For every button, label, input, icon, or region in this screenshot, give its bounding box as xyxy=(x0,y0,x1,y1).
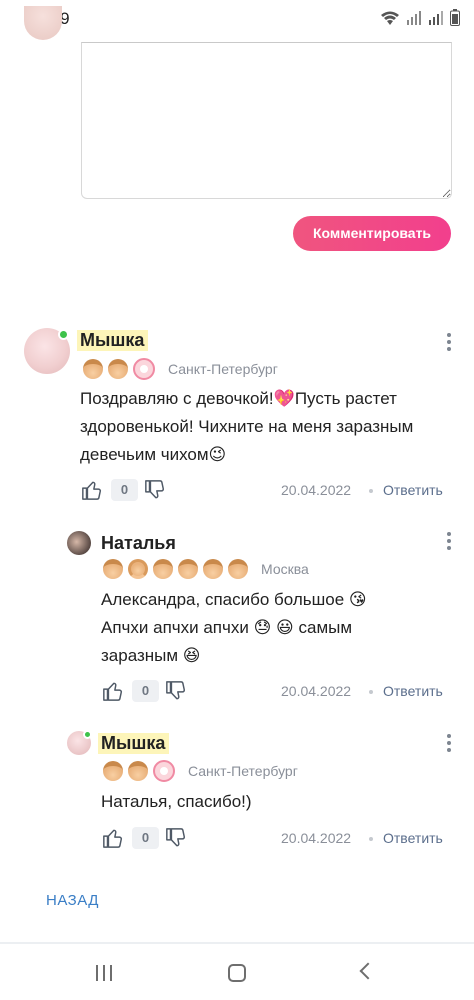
more-options-icon[interactable] xyxy=(447,532,451,553)
child-face-icon xyxy=(128,761,148,781)
user-city: Москва xyxy=(261,561,309,577)
back-icon[interactable] xyxy=(359,962,377,980)
child-face-icon xyxy=(228,559,248,579)
likes-count: 0 xyxy=(132,680,159,702)
child-face-icon xyxy=(178,559,198,579)
user-city: Санкт-Петербург xyxy=(188,763,298,779)
user-badges: Санкт-Петербург xyxy=(83,358,278,380)
submit-comment-button[interactable]: Комментировать xyxy=(293,216,451,251)
child-face-icon xyxy=(103,761,123,781)
child-face-icon xyxy=(153,559,173,579)
avatar[interactable] xyxy=(67,531,91,555)
status-icons xyxy=(380,9,460,26)
username[interactable]: Наталья xyxy=(101,533,176,554)
back-link[interactable]: НАЗАД xyxy=(46,892,99,909)
reply-link[interactable]: Ответить xyxy=(383,683,443,699)
user-badges: Москва xyxy=(103,559,309,579)
comment-text: Александра, спасибо большое 😘 Апчхи апчх… xyxy=(101,590,367,665)
baby-girl-icon xyxy=(153,760,175,782)
user-badges: Санкт-Петербург xyxy=(103,760,298,782)
comment-actions: 0 xyxy=(81,479,166,501)
thumbs-down-icon[interactable] xyxy=(144,479,166,501)
comment-actions: 0 xyxy=(102,680,187,702)
likes-count: 0 xyxy=(111,479,138,501)
thumbs-up-icon[interactable] xyxy=(81,479,103,501)
thumbs-up-icon[interactable] xyxy=(102,827,124,849)
thumbs-up-icon[interactable] xyxy=(102,680,124,702)
online-status-dot xyxy=(83,730,92,739)
system-nav-bar xyxy=(0,948,474,1000)
reply-link[interactable]: Ответить xyxy=(383,482,443,498)
status-bar: 16:59 xyxy=(0,0,474,36)
child-face-icon xyxy=(108,359,128,379)
child-face-icon xyxy=(83,359,103,379)
comment-input[interactable] xyxy=(81,42,452,199)
comment-text: Поздравляю с девочкой!💖Пусть растет здор… xyxy=(80,389,414,464)
user-city: Санкт-Петербург xyxy=(168,361,278,377)
likes-count: 0 xyxy=(132,827,159,849)
online-status-dot xyxy=(58,329,69,340)
girl-face-icon xyxy=(128,559,148,579)
child-face-icon xyxy=(103,559,123,579)
home-icon[interactable] xyxy=(228,964,246,982)
signal-icon xyxy=(407,10,421,25)
comment-text: Наталья, спасибо!) xyxy=(101,792,252,811)
wifi-icon xyxy=(381,11,399,25)
baby-girl-icon xyxy=(133,358,155,380)
more-options-icon[interactable] xyxy=(447,734,451,755)
more-options-icon[interactable] xyxy=(447,333,451,354)
username[interactable]: Мышка xyxy=(98,733,170,754)
comment-actions: 0 xyxy=(102,827,187,849)
thumbs-down-icon[interactable] xyxy=(165,827,187,849)
child-face-icon xyxy=(203,559,223,579)
comment-date: 20.04.2022 xyxy=(281,830,352,846)
separator-dot xyxy=(369,837,373,841)
recent-apps-icon[interactable] xyxy=(96,965,112,981)
comment-date: 20.04.2022 xyxy=(281,683,352,699)
separator-dot xyxy=(369,690,373,694)
signal-icon-2 xyxy=(429,10,443,25)
separator-dot xyxy=(369,489,373,493)
thumbs-down-icon[interactable] xyxy=(165,680,187,702)
divider xyxy=(0,942,474,944)
username[interactable]: Мышка xyxy=(77,330,149,351)
battery-icon xyxy=(450,9,460,26)
reply-link[interactable]: Ответить xyxy=(383,830,443,846)
comment-date: 20.04.2022 xyxy=(281,482,352,498)
